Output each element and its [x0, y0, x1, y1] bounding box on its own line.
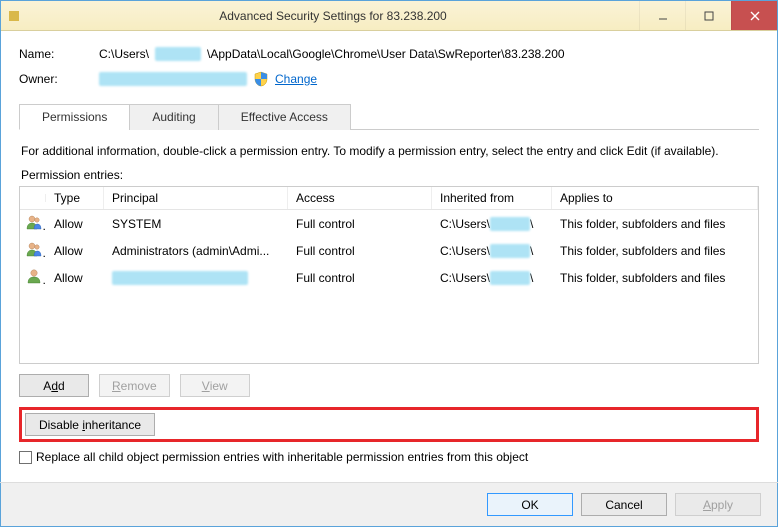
- row-inherited: C:\Users\xxxx\: [432, 242, 552, 260]
- col-icon[interactable]: [20, 194, 46, 202]
- content-area: Name: C:\Users\ xxxxx \AppData\Local\Googl…: [1, 31, 777, 474]
- row-applies: This folder, subfolders and files: [552, 242, 758, 260]
- name-label: Name:: [19, 47, 99, 61]
- row-inherited: C:\Users\xxxx\: [432, 215, 552, 233]
- row-applies: This folder, subfolders and files: [552, 269, 758, 287]
- apply-button: Apply: [675, 493, 761, 516]
- replace-children-row: Replace all child object permission entr…: [19, 450, 759, 464]
- owner-row: Owner: xxxxxxxxxxxxxxxxxxxxxx Change: [19, 71, 759, 87]
- dialog-footer: OK Cancel Apply: [1, 483, 777, 526]
- row-access: Full control: [288, 242, 432, 260]
- path-suffix: \AppData\Local\Google\Chrome\User Data\S…: [207, 47, 565, 61]
- row-access: Full control: [288, 215, 432, 233]
- grid-body: AllowSYSTEMFull controlC:\Users\xxxx\Thi…: [20, 210, 758, 291]
- maximize-button[interactable]: [685, 1, 731, 30]
- highlight-annotation: Disable inheritance: [19, 407, 759, 442]
- name-value: C:\Users\ xxxxx \AppData\Local\Google\Chro…: [99, 47, 565, 61]
- disable-inheritance-button[interactable]: Disable inheritance: [25, 413, 155, 436]
- view-button: View: [180, 374, 250, 397]
- entry-buttons: Add Remove View: [19, 374, 759, 397]
- tab-strip: Permissions Auditing Effective Access: [19, 103, 759, 130]
- row-type: Allow: [46, 242, 104, 260]
- app-icon: [9, 11, 19, 21]
- row-type: Allow: [46, 215, 104, 233]
- permission-entries-grid[interactable]: Type Principal Access Inherited from App…: [19, 186, 759, 364]
- row-icon: [20, 239, 46, 262]
- uac-shield-icon: [253, 71, 269, 87]
- row-principal: Administrators (admin\Admi...: [104, 242, 288, 260]
- tab-auditing[interactable]: Auditing: [129, 104, 218, 130]
- ok-button[interactable]: OK: [487, 493, 573, 516]
- table-row[interactable]: AllowAdministrators (admin\Admi...Full c…: [20, 237, 758, 264]
- close-button[interactable]: [731, 1, 777, 30]
- security-settings-window: Advanced Security Settings for 83.238.20…: [0, 0, 778, 527]
- window-title: Advanced Security Settings for 83.238.20…: [27, 9, 639, 23]
- change-owner-link[interactable]: Change: [275, 72, 317, 86]
- tab-effective-access[interactable]: Effective Access: [218, 104, 351, 130]
- info-text: For additional information, double-click…: [21, 144, 757, 158]
- row-icon: [20, 266, 46, 289]
- cancel-button[interactable]: Cancel: [581, 493, 667, 516]
- owner-redacted: xxxxxxxxxxxxxxxxxxxxxx: [99, 72, 247, 86]
- owner-label: Owner:: [19, 72, 99, 86]
- col-access[interactable]: Access: [288, 187, 432, 209]
- col-applies[interactable]: Applies to: [552, 187, 758, 209]
- replace-children-checkbox[interactable]: [19, 451, 32, 464]
- row-applies: This folder, subfolders and files: [552, 215, 758, 233]
- path-redacted: xxxxx: [155, 47, 201, 61]
- row-principal: xxxxxxxxxxxxxxxxxxxx: [104, 269, 288, 287]
- name-row: Name: C:\Users\ xxxxx \AppData\Local\Googl…: [19, 47, 759, 61]
- row-type: Allow: [46, 269, 104, 287]
- entries-label: Permission entries:: [21, 168, 757, 182]
- col-principal[interactable]: Principal: [104, 187, 288, 209]
- remove-button: Remove: [99, 374, 170, 397]
- window-controls: [639, 1, 777, 30]
- grid-header: Type Principal Access Inherited from App…: [20, 187, 758, 210]
- titlebar[interactable]: Advanced Security Settings for 83.238.20…: [1, 1, 777, 31]
- tab-permissions[interactable]: Permissions: [19, 104, 130, 130]
- table-row[interactable]: AllowxxxxxxxxxxxxxxxxxxxxFull controlC:\…: [20, 264, 758, 291]
- minimize-button[interactable]: [639, 1, 685, 30]
- owner-value: xxxxxxxxxxxxxxxxxxxxxx Change: [99, 71, 317, 87]
- table-row[interactable]: AllowSYSTEMFull controlC:\Users\xxxx\Thi…: [20, 210, 758, 237]
- row-principal: SYSTEM: [104, 215, 288, 233]
- col-inherited[interactable]: Inherited from: [432, 187, 552, 209]
- row-inherited: C:\Users\xxxx\: [432, 269, 552, 287]
- col-type[interactable]: Type: [46, 187, 104, 209]
- add-button[interactable]: Add: [19, 374, 89, 397]
- replace-children-label[interactable]: Replace all child object permission entr…: [36, 450, 528, 464]
- row-access: Full control: [288, 269, 432, 287]
- path-prefix: C:\Users\: [99, 47, 149, 61]
- row-icon: [20, 212, 46, 235]
